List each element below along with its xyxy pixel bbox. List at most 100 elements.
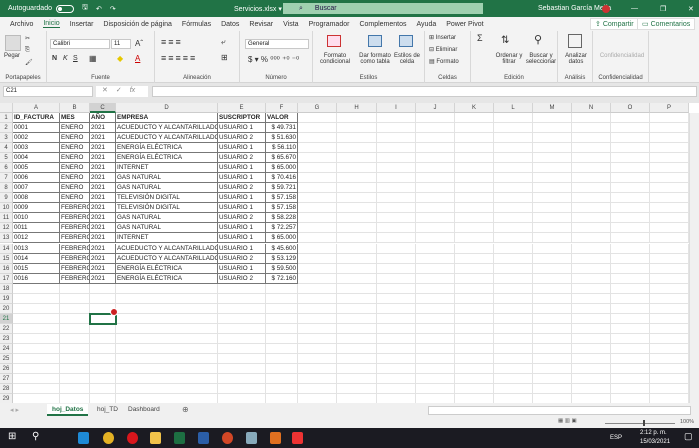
- empty-cell[interactable]: [416, 113, 455, 123]
- name-box[interactable]: C21: [3, 86, 93, 97]
- column-header-M[interactable]: M: [533, 103, 572, 113]
- empty-cell[interactable]: [572, 223, 611, 234]
- comments-button[interactable]: ▭ Comentarios: [637, 18, 696, 30]
- redo-icon[interactable]: ↷: [110, 5, 116, 13]
- tab-power-pivot[interactable]: Power Pivot: [446, 21, 483, 28]
- empty-cell[interactable]: [416, 193, 455, 204]
- table-cell[interactable]: 0013: [13, 243, 60, 254]
- empty-cell[interactable]: [533, 223, 572, 234]
- empty-cell[interactable]: [611, 123, 650, 134]
- empty-cell[interactable]: [377, 313, 416, 324]
- table-cell[interactable]: ENERO: [60, 173, 90, 184]
- empty-cell[interactable]: [116, 343, 218, 354]
- table-cell[interactable]: FEBRERO: [60, 203, 90, 214]
- sheet-tab-hoj-datos[interactable]: hoj_Datos: [47, 404, 89, 416]
- empty-cell[interactable]: [377, 293, 416, 304]
- empty-cell[interactable]: [455, 333, 494, 344]
- empty-cell[interactable]: [298, 293, 337, 304]
- empty-cell[interactable]: [611, 374, 650, 385]
- row-header-20[interactable]: 20: [0, 303, 13, 314]
- table-cell[interactable]: GAS NATURAL: [116, 223, 218, 234]
- empty-cell[interactable]: [572, 243, 611, 254]
- column-header-E[interactable]: E: [218, 103, 266, 113]
- vertical-scrollbar[interactable]: [689, 113, 699, 403]
- empty-cell[interactable]: [90, 353, 116, 364]
- empty-cell[interactable]: [494, 193, 533, 204]
- empty-cell[interactable]: [494, 333, 533, 344]
- empty-cell[interactable]: [533, 173, 572, 184]
- empty-cell[interactable]: [611, 283, 650, 294]
- empty-cell[interactable]: [298, 123, 337, 134]
- empty-cell[interactable]: [455, 323, 494, 334]
- empty-cell[interactable]: [650, 173, 689, 184]
- table-header-cell[interactable]: MES: [60, 113, 90, 123]
- table-header-cell[interactable]: VALOR: [266, 113, 298, 123]
- empty-cell[interactable]: [650, 133, 689, 144]
- empty-cell[interactable]: [455, 394, 494, 403]
- empty-cell[interactable]: [377, 133, 416, 144]
- empty-cell[interactable]: [572, 364, 611, 374]
- insert-cells-button[interactable]: ⊞ Insertar: [429, 34, 456, 41]
- empty-cell[interactable]: [337, 173, 377, 184]
- formula-buttons[interactable]: ✕✓fx: [96, 86, 148, 97]
- empty-cell[interactable]: [455, 143, 494, 154]
- empty-cell[interactable]: [455, 263, 494, 274]
- table-cell[interactable]: ENERO: [60, 133, 90, 144]
- empty-cell[interactable]: [13, 353, 60, 364]
- empty-cell[interactable]: [650, 303, 689, 314]
- empty-cell[interactable]: [377, 183, 416, 194]
- empty-cell[interactable]: [455, 273, 494, 284]
- table-cell[interactable]: 0012: [13, 233, 60, 244]
- empty-cell[interactable]: [298, 223, 337, 234]
- empty-cell[interactable]: [572, 203, 611, 214]
- empty-cell[interactable]: [218, 313, 266, 324]
- empty-cell[interactable]: [533, 233, 572, 244]
- empty-cell[interactable]: [298, 113, 337, 123]
- empty-cell[interactable]: [611, 153, 650, 164]
- table-cell[interactable]: ACUEDUCTO Y ALCANTARILLADO: [116, 253, 218, 264]
- row-header-25[interactable]: 25: [0, 353, 13, 364]
- empty-cell[interactable]: [218, 323, 266, 334]
- empty-cell[interactable]: [455, 384, 494, 395]
- empty-cell[interactable]: [298, 143, 337, 154]
- table-cell[interactable]: ENERO: [60, 183, 90, 194]
- table-cell[interactable]: $ 65.670: [266, 153, 298, 164]
- table-cell[interactable]: $ 56.110: [266, 143, 298, 154]
- spreadsheet-grid[interactable]: A B C D E F G H I J K L M N O P 1 ID_FACTURA MES AÑO EMPRESA…: [0, 103, 699, 403]
- table-cell[interactable]: ENERO: [60, 163, 90, 174]
- sheet-nav-arrows[interactable]: ◂ ▸: [10, 406, 19, 414]
- empty-cell[interactable]: [116, 283, 218, 294]
- empty-cell[interactable]: [494, 173, 533, 184]
- table-cell[interactable]: FEBRERO: [60, 233, 90, 244]
- table-cell[interactable]: GAS NATURAL: [116, 213, 218, 224]
- save-icon[interactable]: 🖫: [82, 3, 88, 14]
- empty-cell[interactable]: [218, 353, 266, 364]
- table-cell[interactable]: 2021: [90, 193, 116, 204]
- empty-cell[interactable]: [298, 394, 337, 403]
- empty-cell[interactable]: [416, 364, 455, 374]
- empty-cell[interactable]: [377, 163, 416, 174]
- paste-icon[interactable]: [5, 35, 21, 51]
- table-cell[interactable]: $ 59.500: [266, 263, 298, 274]
- empty-cell[interactable]: [494, 283, 533, 294]
- empty-cell[interactable]: [416, 374, 455, 385]
- empty-cell[interactable]: [337, 384, 377, 395]
- empty-cell[interactable]: [650, 343, 689, 354]
- tab-fórmulas[interactable]: Fórmulas: [182, 21, 211, 28]
- empty-cell[interactable]: [611, 243, 650, 254]
- empty-cell[interactable]: [572, 183, 611, 194]
- empty-cell[interactable]: [266, 313, 298, 324]
- empty-cell[interactable]: [533, 333, 572, 344]
- add-sheet-icon[interactable]: ⊕: [182, 405, 189, 414]
- empty-cell[interactable]: [298, 273, 337, 284]
- empty-cell[interactable]: [266, 364, 298, 374]
- table-format-icon[interactable]: [368, 35, 382, 47]
- file-name[interactable]: Servicios.xlsx ▾: [234, 5, 282, 13]
- table-cell[interactable]: GAS NATURAL: [116, 183, 218, 194]
- empty-cell[interactable]: [611, 313, 650, 324]
- table-cell[interactable]: USUARIO 2: [218, 213, 266, 224]
- empty-cell[interactable]: [611, 223, 650, 234]
- empty-cell[interactable]: [455, 173, 494, 184]
- empty-cell[interactable]: [266, 394, 298, 403]
- table-cell[interactable]: ENERO: [60, 123, 90, 134]
